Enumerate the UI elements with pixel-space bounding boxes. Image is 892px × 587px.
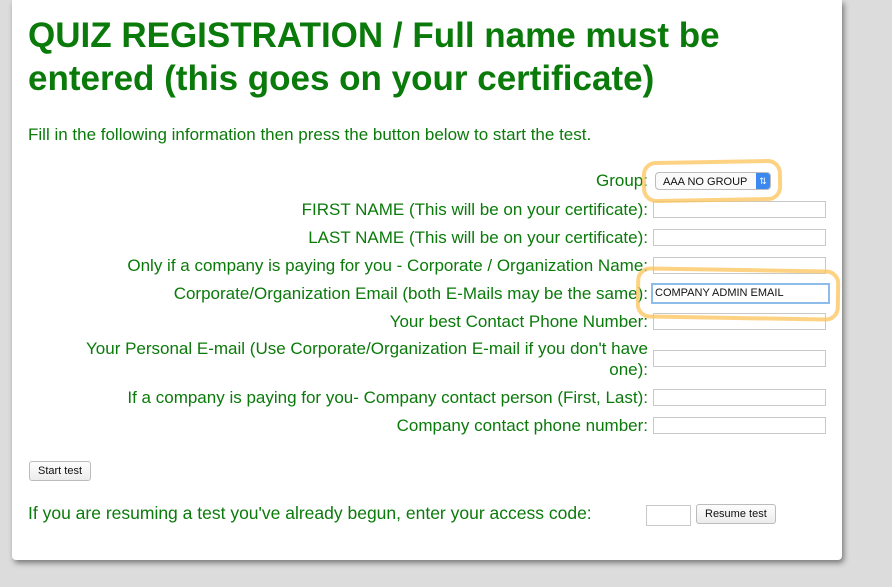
company-contact-phone-label: Company contact phone number: [396,416,648,435]
start-test-button[interactable]: Start test [29,461,92,481]
organization-email-label: Corporate/Organization Email (both E-Mai… [173,284,648,303]
company-contact-phone-input[interactable] [653,417,826,434]
resume-instructions: If you are resuming a test you've alread… [28,503,592,523]
last-name-label: LAST NAME (This will be on your certific… [308,228,648,247]
resume-test-button[interactable]: Resume test [696,504,776,524]
group-selected-value: AAA NO GROUP [663,176,748,188]
page-title: QUIZ REGISTRATION / Full name must be en… [28,16,720,98]
contact-phone-label: Your best Contact Phone Number: [389,312,648,331]
company-contact-person-label: If a company is paying for you- Company … [127,388,648,407]
intro-text: Fill in the following information then p… [28,125,592,144]
organization-email-input[interactable] [651,283,830,304]
company-contact-person-input[interactable] [653,389,826,406]
personal-email-input[interactable] [653,350,826,367]
group-label: Group: [596,171,648,190]
group-select[interactable]: AAA NO GROUP ⇅ [655,172,771,190]
personal-email-label: Your Personal E-mail (Use Corporate/Orga… [86,339,648,379]
access-code-input[interactable] [646,505,691,526]
first-name-input[interactable] [653,201,826,218]
first-name-label: FIRST NAME (This will be on your certifi… [301,200,648,219]
last-name-input[interactable] [653,229,826,246]
organization-name-input[interactable] [653,257,826,274]
contact-phone-input[interactable] [653,313,826,330]
chevron-updown-icon: ⇅ [756,173,770,189]
organization-name-label: Only if a company is paying for you - Co… [127,256,648,275]
